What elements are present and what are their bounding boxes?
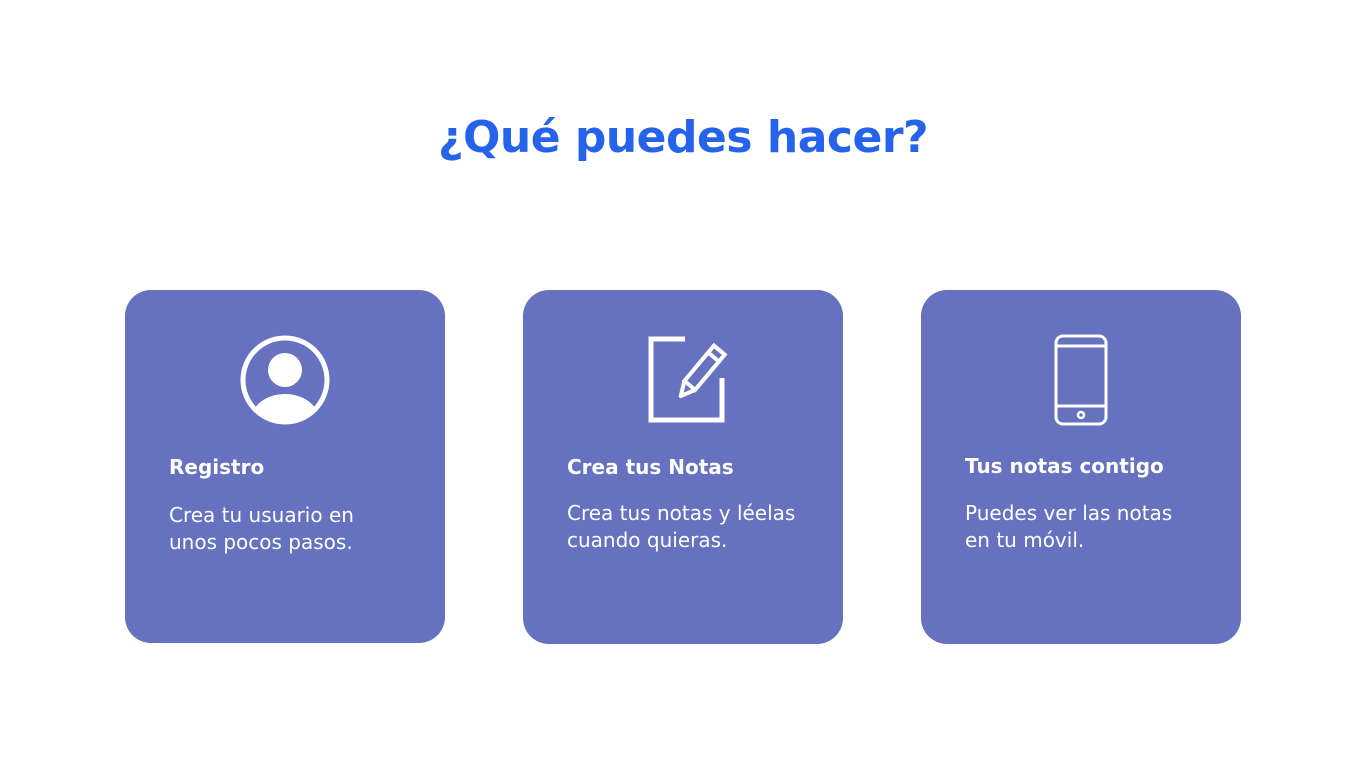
card-description-line: cuando quieras.	[567, 528, 728, 552]
card-description: Puedes ver las notas en tu móvil.	[965, 500, 1215, 554]
card-description-line: unos pocos pasos.	[169, 530, 353, 554]
card-description-line: en tu móvil.	[965, 528, 1085, 552]
feature-card-crea-notas: Crea tus Notas Crea tus notas y léelas c…	[523, 290, 843, 644]
smartphone-icon	[1031, 330, 1131, 430]
card-description: Crea tu usuario en unos pocos pasos.	[169, 502, 419, 556]
user-circle-icon	[235, 330, 335, 430]
feature-card-registro: Registro Crea tu usuario en unos pocos p…	[125, 290, 445, 643]
card-description-line: Puedes ver las notas	[965, 501, 1173, 525]
edit-note-icon	[633, 330, 733, 430]
card-heading: Tus notas contigo	[965, 454, 1164, 478]
card-heading: Crea tus Notas	[567, 455, 734, 479]
page: ¿Qué puedes hacer? Registro Crea tu usua…	[0, 0, 1366, 768]
feature-card-notas-contigo: Tus notas contigo Puedes ver las notas e…	[921, 290, 1241, 644]
card-description: Crea tus notas y léelas cuando quieras.	[567, 500, 817, 554]
card-heading: Registro	[169, 455, 265, 479]
card-description-line: Crea tu usuario en	[169, 503, 354, 527]
page-title: ¿Qué puedes hacer?	[437, 112, 929, 163]
card-description-line: Crea tus notas y léelas	[567, 501, 796, 525]
